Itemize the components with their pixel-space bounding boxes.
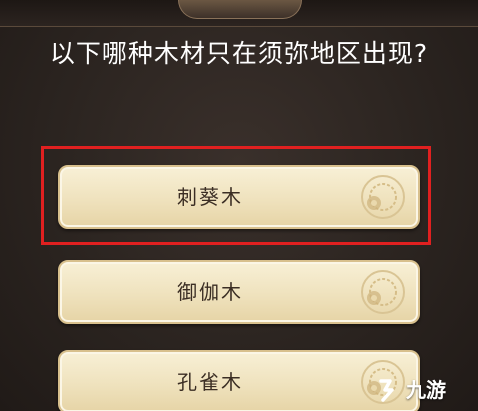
top-frame — [0, 0, 478, 27]
answer-highlight-box — [41, 146, 431, 245]
watermark: 九游 — [376, 375, 472, 405]
jiuyou-logo-icon — [379, 379, 394, 402]
answer-option-2-label: 御伽木 — [177, 280, 243, 304]
watermark-text: 九游 — [406, 378, 446, 402]
question-text: 以下哪种木材只在须弥地区出现? — [49, 39, 429, 68]
answer-option-3[interactable]: 孔雀木 — [58, 350, 420, 411]
top-ornament — [178, 0, 302, 19]
answer-option-3-label: 孔雀木 — [177, 370, 243, 394]
gear-icon — [361, 270, 405, 314]
quiz-screen: 以下哪种木材只在须弥地区出现? 刺葵木 御伽木 孔雀木 九游 — [0, 0, 478, 411]
answer-option-2[interactable]: 御伽木 — [58, 260, 420, 324]
